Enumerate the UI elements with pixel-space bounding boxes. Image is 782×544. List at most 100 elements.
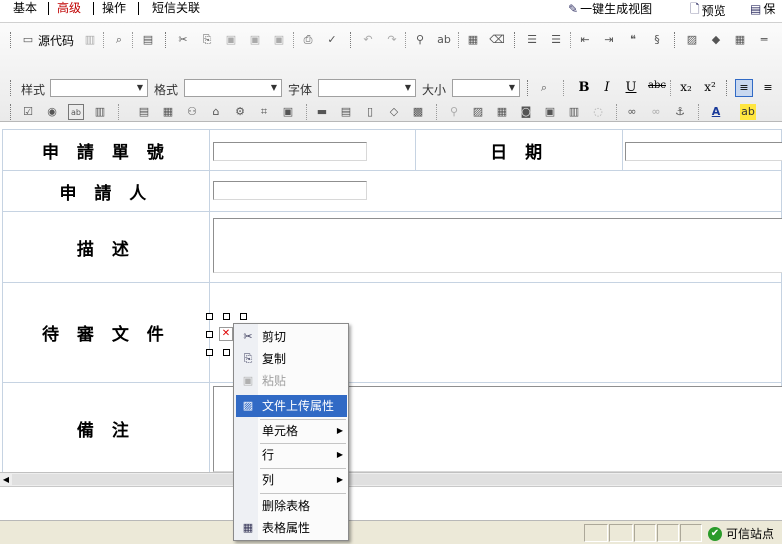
strikethrough-button[interactable]: abc bbox=[646, 80, 668, 97]
textfield-icon[interactable]: ab bbox=[68, 104, 84, 120]
font-select[interactable]: ▼ bbox=[318, 79, 416, 97]
broken-image-icon[interactable]: ✕ bbox=[219, 327, 233, 341]
list-control-icon[interactable]: ▣ bbox=[280, 104, 296, 120]
document-icon[interactable]: ▯ bbox=[362, 104, 378, 120]
description-textarea[interactable] bbox=[212, 218, 782, 273]
scroll-track[interactable] bbox=[12, 474, 782, 485]
maximize-icon[interactable]: ⌕ bbox=[536, 80, 552, 96]
editor-content[interactable]: 申 請 單 號 日 期 申 請 人 描 述 待 審 文 件 備 注 bbox=[0, 123, 782, 472]
align-center-icon[interactable]: ≡ bbox=[760, 80, 776, 96]
resize-handle[interactable] bbox=[206, 349, 213, 356]
sign-icon[interactable]: ◇ bbox=[386, 104, 402, 120]
link-icon[interactable]: ∞ bbox=[624, 104, 640, 120]
menu-item-copy[interactable]: ⎘ 复制 bbox=[236, 348, 347, 370]
size-select[interactable]: ▼ bbox=[452, 79, 520, 97]
generate-view-button[interactable]: ✎ 一键生成视图 bbox=[568, 0, 652, 17]
undo-icon[interactable]: ↶ bbox=[360, 32, 376, 48]
toolbar-grip[interactable] bbox=[527, 80, 530, 96]
indent-icon[interactable]: ⇥ bbox=[601, 32, 617, 48]
text-color-icon[interactable]: A bbox=[708, 104, 724, 120]
tab-advanced[interactable]: 高级 bbox=[57, 0, 81, 16]
replace-icon[interactable]: ab bbox=[436, 32, 452, 48]
resize-handle[interactable] bbox=[223, 313, 230, 320]
horizontal-scrollbar[interactable]: ◀ bbox=[0, 472, 782, 486]
textarea-icon[interactable]: ▥ bbox=[92, 104, 108, 120]
image-upload-icon[interactable]: ▨ bbox=[470, 104, 486, 120]
resize-handle[interactable] bbox=[240, 313, 247, 320]
menu-item-delete-table[interactable]: 删除表格 bbox=[236, 495, 347, 517]
checkbox-icon[interactable]: ☑ bbox=[20, 104, 36, 120]
applicant-input[interactable] bbox=[212, 181, 367, 200]
menu-item-cut[interactable]: ✂ 剪切 bbox=[236, 326, 347, 348]
tab-operations[interactable]: 操作 bbox=[102, 0, 126, 16]
menu-item-row[interactable]: 行 ▶ bbox=[236, 444, 347, 466]
preview-doc-icon[interactable]: ⌕ bbox=[111, 32, 127, 48]
resize-handle[interactable] bbox=[206, 313, 213, 320]
preview-button[interactable]: 🗋 预览 bbox=[690, 0, 726, 21]
template-icon[interactable]: ▤ bbox=[140, 32, 156, 48]
div-container-icon[interactable]: § bbox=[649, 32, 665, 48]
horizontal-rule-icon[interactable]: ═ bbox=[756, 32, 772, 48]
toolbar-grip[interactable] bbox=[10, 80, 13, 96]
format-select[interactable]: ▼ bbox=[184, 79, 282, 97]
toolbar-grip[interactable] bbox=[350, 32, 353, 48]
tab-basic[interactable]: 基本 bbox=[13, 0, 37, 16]
radio-icon[interactable]: ◉ bbox=[44, 104, 60, 120]
numbered-list-icon[interactable]: ☰ bbox=[524, 32, 540, 48]
paste-word-icon[interactable]: ▣ bbox=[271, 32, 287, 48]
toolbar-grip[interactable] bbox=[10, 32, 13, 48]
list-box-icon[interactable]: ▤ bbox=[136, 104, 152, 120]
menu-item-column[interactable]: 列 ▶ bbox=[236, 469, 347, 491]
flash-icon[interactable]: ◆ bbox=[708, 32, 724, 48]
attachment-icon[interactable]: ⚲ bbox=[446, 104, 462, 120]
chart-icon[interactable]: ▥ bbox=[566, 104, 582, 120]
redo-icon[interactable]: ↷ bbox=[384, 32, 400, 48]
grid-icon[interactable]: ▦ bbox=[494, 104, 510, 120]
qr-icon[interactable]: ▩ bbox=[410, 104, 426, 120]
table-insert-icon[interactable]: ▦ bbox=[732, 32, 748, 48]
media-icon[interactable]: ▣ bbox=[542, 104, 558, 120]
resize-handle[interactable] bbox=[223, 349, 230, 356]
image-icon[interactable]: ▨ bbox=[684, 32, 700, 48]
menu-item-cell[interactable]: 单元格 ▶ bbox=[236, 420, 347, 442]
toolbar-grip[interactable] bbox=[514, 32, 517, 48]
anchor-icon[interactable]: ⚓ bbox=[672, 104, 688, 120]
camera-icon[interactable]: ◙ bbox=[518, 104, 534, 120]
data-select-icon[interactable]: ▤ bbox=[338, 104, 354, 120]
department-icon[interactable]: ⌂ bbox=[208, 104, 224, 120]
progress-icon[interactable]: ◌ bbox=[590, 104, 606, 120]
blockquote-icon[interactable]: ❝ bbox=[625, 32, 641, 48]
paste-icon[interactable]: ▣ bbox=[223, 32, 239, 48]
bulleted-list-icon[interactable]: ☰ bbox=[548, 32, 564, 48]
source-code-button[interactable]: 源代码 bbox=[38, 32, 74, 49]
save-button[interactable]: ▤ 保 bbox=[750, 0, 775, 17]
spellcheck-icon[interactable]: ✓ bbox=[324, 32, 340, 48]
menu-item-upload-properties[interactable]: ▨ 文件上传属性 bbox=[236, 395, 347, 417]
outdent-icon[interactable]: ⇤ bbox=[577, 32, 593, 48]
print-icon[interactable]: ⎙ bbox=[300, 32, 316, 48]
toolbar-grip[interactable] bbox=[165, 32, 168, 48]
tab-sms-link[interactable]: 短信关联 bbox=[152, 0, 200, 16]
italic-button[interactable]: I bbox=[598, 80, 616, 97]
calendar-icon[interactable]: ▦ bbox=[160, 104, 176, 120]
date-input[interactable] bbox=[625, 142, 782, 161]
background-color-icon[interactable]: ab bbox=[740, 104, 756, 120]
menu-item-table-properties[interactable]: ▦ 表格属性 bbox=[236, 517, 347, 539]
calc-icon[interactable]: ⌗ bbox=[256, 104, 272, 120]
cut-icon[interactable]: ✂ bbox=[175, 32, 191, 48]
toolbar-grip[interactable] bbox=[10, 104, 13, 120]
paste-text-icon[interactable]: ▣ bbox=[247, 32, 263, 48]
style-select[interactable]: ▼ bbox=[50, 79, 148, 97]
superscript-button[interactable]: x² bbox=[701, 80, 719, 97]
toolbar-grip[interactable] bbox=[674, 32, 677, 48]
scroll-left-icon[interactable]: ◀ bbox=[0, 473, 12, 486]
find-icon[interactable]: ⚲ bbox=[412, 32, 428, 48]
underline-button[interactable]: U bbox=[622, 80, 640, 97]
unlink-icon[interactable]: ∞ bbox=[648, 104, 664, 120]
macro-icon[interactable]: ⚙ bbox=[232, 104, 248, 120]
toolbar-grip[interactable] bbox=[726, 80, 729, 96]
subscript-button[interactable]: x₂ bbox=[677, 80, 695, 97]
copy-icon[interactable]: ⎘ bbox=[199, 32, 215, 48]
button-control-icon[interactable]: ▬ bbox=[314, 104, 330, 120]
resize-handle[interactable] bbox=[206, 331, 213, 338]
